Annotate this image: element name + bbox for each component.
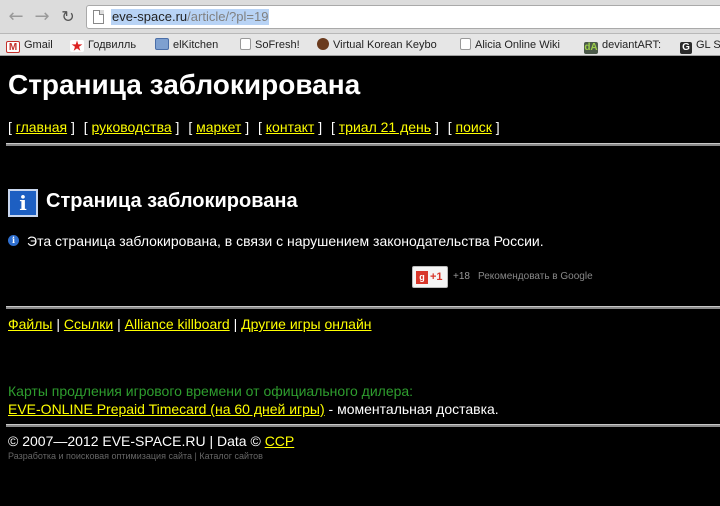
page-icon (240, 38, 251, 50)
bookmark-label: deviantART: (602, 39, 662, 51)
plus-one-label: +1 (430, 271, 443, 283)
nav-link-contact[interactable]: контакт (266, 119, 315, 135)
site-title: Страница заблокирована (8, 69, 361, 100)
page-icon (460, 38, 471, 50)
bookmarks-bar: M Gmail ★ Годвилль elKitchen SoFresh! Virt… (0, 34, 720, 56)
nav-link-killboard[interactable]: Alliance killboard (125, 316, 230, 332)
secondary-navigation: Файлы | Ссылки | Alliance killboard | Др… (8, 316, 372, 332)
promo-label: Карты продления игрового времени от офиц… (8, 383, 414, 399)
page-content: Страница заблокирована [ главная ] [ рук… (0, 57, 720, 506)
timecard-link[interactable]: EVE-ONLINE Prepaid Timecard (на 60 дней … (8, 401, 325, 417)
address-bar[interactable]: eve-space.ru/article/?pl=19 (86, 5, 720, 29)
bookmark-label: Virtual Korean Keybo (333, 39, 437, 51)
bookmark-sofresh[interactable]: SoFresh! (240, 37, 300, 53)
bookmark-label: Годвилль (88, 39, 137, 51)
google-plus-icon: g (416, 271, 428, 284)
deviantart-icon: dA (584, 42, 598, 54)
bookmark-virtual-korean-keyboard[interactable]: Virtual Korean Keybo (317, 37, 437, 53)
page-icon (93, 10, 104, 24)
info-bullet-icon: i (8, 235, 19, 246)
nav-link-market[interactable]: маркет (196, 119, 241, 135)
nav-link-search[interactable]: поиск (456, 119, 492, 135)
browser-toolbar: ← → ↻ eve-space.ru/article/?pl=19 (0, 0, 720, 34)
url-text[interactable]: eve-space.ru/article/?pl=19 (111, 9, 270, 25)
copyright: © 2007—2012 EVE-SPACE.RU | Data © CCP (8, 432, 294, 450)
bookmark-label: GL S (696, 39, 720, 51)
bookmark-alicia-online-wiki[interactable]: Alicia Online Wiki (460, 37, 560, 53)
bookmark-elkitchen[interactable]: elKitchen (155, 37, 218, 53)
top-navigation: [ главная ] [ руководства ] [ маркет ] [… (8, 119, 500, 135)
nav-link-home[interactable]: главная (16, 119, 67, 135)
bookmark-label: Gmail (24, 39, 53, 51)
url-host: eve-space.ru (112, 9, 188, 24)
divider (6, 143, 720, 146)
promo-suffix: - моментальная доставка. (324, 401, 499, 417)
bookmark-label: Alicia Online Wiki (475, 39, 560, 51)
nav-link-files[interactable]: Файлы (8, 316, 52, 332)
copyright-text: © 2007—2012 EVE-SPACE.RU | Data © (8, 433, 265, 449)
plus-one-count: +18 (453, 271, 470, 282)
bookmark-gl[interactable]: G GL S (680, 37, 720, 54)
ccp-link[interactable]: CCP (265, 433, 295, 449)
bookmark-label: SoFresh! (255, 39, 300, 51)
nav-link-links[interactable]: Ссылки (64, 316, 113, 332)
nav-link-trial[interactable]: триал 21 день (339, 119, 431, 135)
nav-link-guides[interactable]: руководства (92, 119, 172, 135)
footer-small-text: Разработка и поисковая оптимизация сайта… (8, 451, 263, 461)
back-arrow-icon[interactable]: ← (6, 7, 26, 27)
godville-icon: ★ (70, 39, 84, 53)
bookmark-godville[interactable]: ★ Годвилль (70, 37, 136, 53)
feather-icon (317, 38, 329, 50)
block-message: Эта страница заблокирована, в связи с на… (27, 233, 544, 249)
reload-icon[interactable]: ↻ (58, 7, 78, 27)
folder-icon (155, 38, 169, 50)
forward-arrow-icon[interactable]: → (32, 7, 52, 27)
recommend-in-google-text: Рекомендовать в Google (478, 271, 593, 282)
google-plus-one-button[interactable]: g +1 (412, 266, 448, 288)
nav-link-other-games[interactable]: Другие игры (241, 316, 321, 332)
divider (6, 424, 720, 427)
url-path: /article/?pl=19 (187, 9, 269, 24)
bookmark-deviantart[interactable]: dA deviantART: (584, 37, 661, 54)
gmail-icon: M (6, 41, 20, 53)
divider (6, 306, 720, 309)
info-icon: i (8, 189, 38, 217)
block-title: Страница заблокирована (46, 190, 298, 212)
bookmark-gmail[interactable]: M Gmail (6, 37, 53, 53)
promo-line: EVE-ONLINE Prepaid Timecard (на 60 дней … (8, 400, 499, 418)
gl-icon: G (680, 42, 692, 54)
nav-link-online[interactable]: онлайн (325, 316, 372, 332)
bookmark-label: elKitchen (173, 39, 219, 51)
